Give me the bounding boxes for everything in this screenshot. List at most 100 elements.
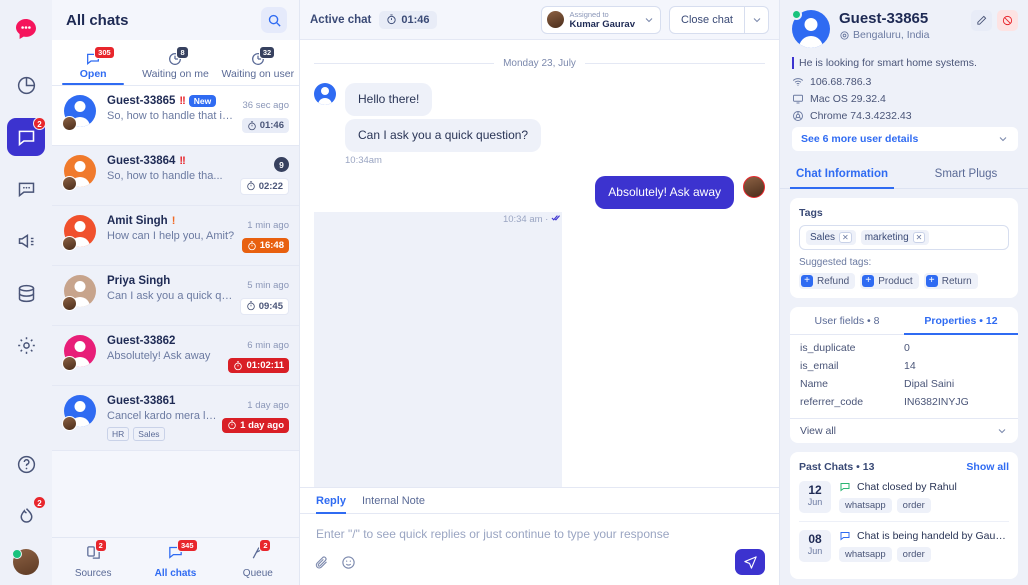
clock-tab-icon: 32 <box>250 46 276 67</box>
past-chat-item[interactable]: 12 Jun Chat closed by Rahul whatsapp order <box>799 481 1009 521</box>
remove-tag-icon[interactable]: ✕ <box>912 232 926 243</box>
chat-item-preview: Absolutely! Ask away <box>107 350 211 362</box>
applied-tag[interactable]: Sales ✕ <box>806 230 856 245</box>
tab-properties[interactable]: Properties • 12 <box>904 307 1018 335</box>
new-badge: New <box>188 95 217 107</box>
help-circle-icon[interactable] <box>7 445 45 483</box>
chat-list-item[interactable]: Amit Singh! How can I help you, Amit? 1 mi… <box>52 206 299 266</box>
flame-icon[interactable]: 2 <box>7 496 46 535</box>
tab-waiting-on-me-badge: 8 <box>176 46 189 59</box>
chat-list-item[interactable]: Guest-33861 Cancel kardo mera last order H… <box>52 385 299 451</box>
paperclip-icon[interactable] <box>314 555 329 570</box>
past-chat-tag: order <box>896 547 931 562</box>
emoji-icon[interactable] <box>341 555 356 570</box>
block-icon[interactable] <box>997 10 1018 31</box>
property-value: IN6382INYJG <box>904 396 969 408</box>
queue-badge: 2 <box>259 539 272 552</box>
chat-list-tabs: 305 Open 8 Waiting on me 32 Waiting on u… <box>52 40 299 86</box>
user-os-value: Mac OS 29.32.4 <box>810 93 886 105</box>
user-note: He is looking for smart home systems. <box>792 57 1018 69</box>
past-chat-item[interactable]: 08 Jun Chat is being handeld by Gaurav what… <box>799 521 1009 570</box>
applied-tag[interactable]: marketing ✕ <box>860 230 930 245</box>
bottom-nav-sources[interactable]: 2 Sources <box>52 539 134 579</box>
tab-internal-note[interactable]: Internal Note <box>362 495 425 513</box>
composer-body[interactable]: Enter "/" to see quick replies or just c… <box>300 514 779 541</box>
close-chat-button[interactable]: Close chat <box>669 5 745 34</box>
assignee-avatar <box>546 11 564 28</box>
message-bubble-outgoing: Absolutely! Ask away <box>595 176 734 209</box>
property-value: 14 <box>904 360 916 372</box>
pie-chart-icon[interactable] <box>7 66 45 104</box>
suggested-tag[interactable]: + Refund <box>799 273 856 289</box>
tab-chat-information[interactable]: Chat Information <box>780 159 904 189</box>
message-row: Absolutely! Ask away <box>314 176 765 209</box>
suggested-tag-label: Product <box>878 275 913 287</box>
chevron-down-icon <box>996 425 1008 437</box>
past-chat-tag: whatsapp <box>839 498 892 513</box>
sidebar-item-chats[interactable]: 2 <box>7 117 46 156</box>
urgency-indicator: ! <box>171 215 176 227</box>
tab-reply[interactable]: Reply <box>316 495 346 514</box>
bottom-nav-queue[interactable]: 2 Queue <box>217 539 299 579</box>
past-chats-list: 12 Jun Chat closed by Rahul whatsapp order 08… <box>799 481 1009 570</box>
remove-tag-icon[interactable]: ✕ <box>839 232 852 243</box>
tab-user-fields[interactable]: User fields • 8 <box>790 307 904 334</box>
suggested-tag-label: Return <box>941 275 972 287</box>
chat-item-tags: HR Sales <box>107 426 218 441</box>
send-icon[interactable] <box>735 549 765 575</box>
close-chat-caret-icon[interactable] <box>745 5 769 34</box>
composer-tabs: Reply Internal Note <box>300 488 779 514</box>
tab-open-label: Open <box>79 68 107 80</box>
chat-list-item[interactable]: Guest-33865!! New So, how to handle that i… <box>52 86 299 146</box>
suggested-tag[interactable]: + Return <box>923 273 978 289</box>
megaphone-icon[interactable] <box>7 222 45 260</box>
tags-input[interactable]: Sales ✕ marketing ✕ <box>799 225 1009 250</box>
chat-item-name: Priya Singh <box>107 274 171 287</box>
tags-card: Tags Sales ✕ marketing ✕ Suggested tags: + R… <box>790 198 1018 298</box>
chat-tag: Sales <box>133 426 165 441</box>
chat-list-header: All chats <box>52 0 299 40</box>
chat-list-item[interactable]: Guest-33862 Absolutely! Ask away 6 min ago… <box>52 326 299 386</box>
close-chat-group: Close chat <box>669 5 769 34</box>
queue-label: Queue <box>242 568 273 579</box>
chat-item-preview: So, how to handle tha... <box>107 169 223 182</box>
chat-list-item[interactable]: Guest-33864!! So, how to handle tha... 9 02… <box>52 145 299 206</box>
tab-smart-plugs[interactable]: Smart Plugs <box>904 159 1028 188</box>
message-input-placeholder[interactable]: Enter "/" to see quick replies or just c… <box>316 527 763 541</box>
plus-icon: + <box>801 275 813 287</box>
tab-waiting-on-user[interactable]: 32 Waiting on user <box>217 40 299 85</box>
sources-icon: 2 <box>85 539 107 561</box>
pencil-icon[interactable] <box>971 10 992 31</box>
past-chat-tags: whatsapp order <box>839 498 1009 513</box>
online-status-dot <box>791 9 802 20</box>
view-all-properties-button[interactable]: View all <box>790 418 1018 443</box>
user-ip-value: 106.68.786.3 <box>810 76 872 88</box>
bottom-nav-all-chats[interactable]: 345 All chats <box>134 539 216 579</box>
past-chat-tag: order <box>896 498 931 513</box>
suggested-tag-label: Refund <box>817 275 850 287</box>
suggested-tag[interactable]: + Product <box>860 273 919 289</box>
conversation-header: Active chat 01:46 Assigned to Kumar Gaur… <box>300 0 779 40</box>
property-row: is_email 14 <box>800 360 1008 372</box>
database-icon[interactable] <box>7 274 45 312</box>
chat-item-timer: 16:48 <box>241 238 289 253</box>
message-bubble-incoming: Hello there! <box>345 83 433 116</box>
chat-list-item[interactable]: Priya Singh Can I ask you a quick que... 5… <box>52 265 299 326</box>
user-avatar[interactable] <box>12 549 39 575</box>
search-icon[interactable] <box>261 7 287 33</box>
past-chats-show-all[interactable]: Show all <box>966 461 1009 473</box>
past-chat-day: 12 <box>808 483 822 497</box>
chat-item-name: Guest-33864 <box>107 154 176 167</box>
property-value: Dipal Saini <box>904 378 955 390</box>
see-more-user-details-button[interactable]: See 6 more user details <box>792 127 1018 151</box>
brand-chat-icon[interactable] <box>7 10 45 48</box>
past-chat-month: Jun <box>807 497 823 507</box>
sources-badge: 2 <box>94 539 107 552</box>
tab-open[interactable]: 305 Open <box>52 40 134 85</box>
speech-bubble-icon[interactable] <box>7 170 45 208</box>
tab-waiting-on-me[interactable]: 8 Waiting on me <box>134 40 216 85</box>
assigned-to-dropdown[interactable]: Assigned to Kumar Gaurav <box>540 5 662 34</box>
agent-avatar-badge <box>62 236 77 251</box>
chat-list-scroll[interactable]: Guest-33865!! New So, how to handle that i… <box>52 86 299 537</box>
gear-icon[interactable] <box>7 326 45 364</box>
